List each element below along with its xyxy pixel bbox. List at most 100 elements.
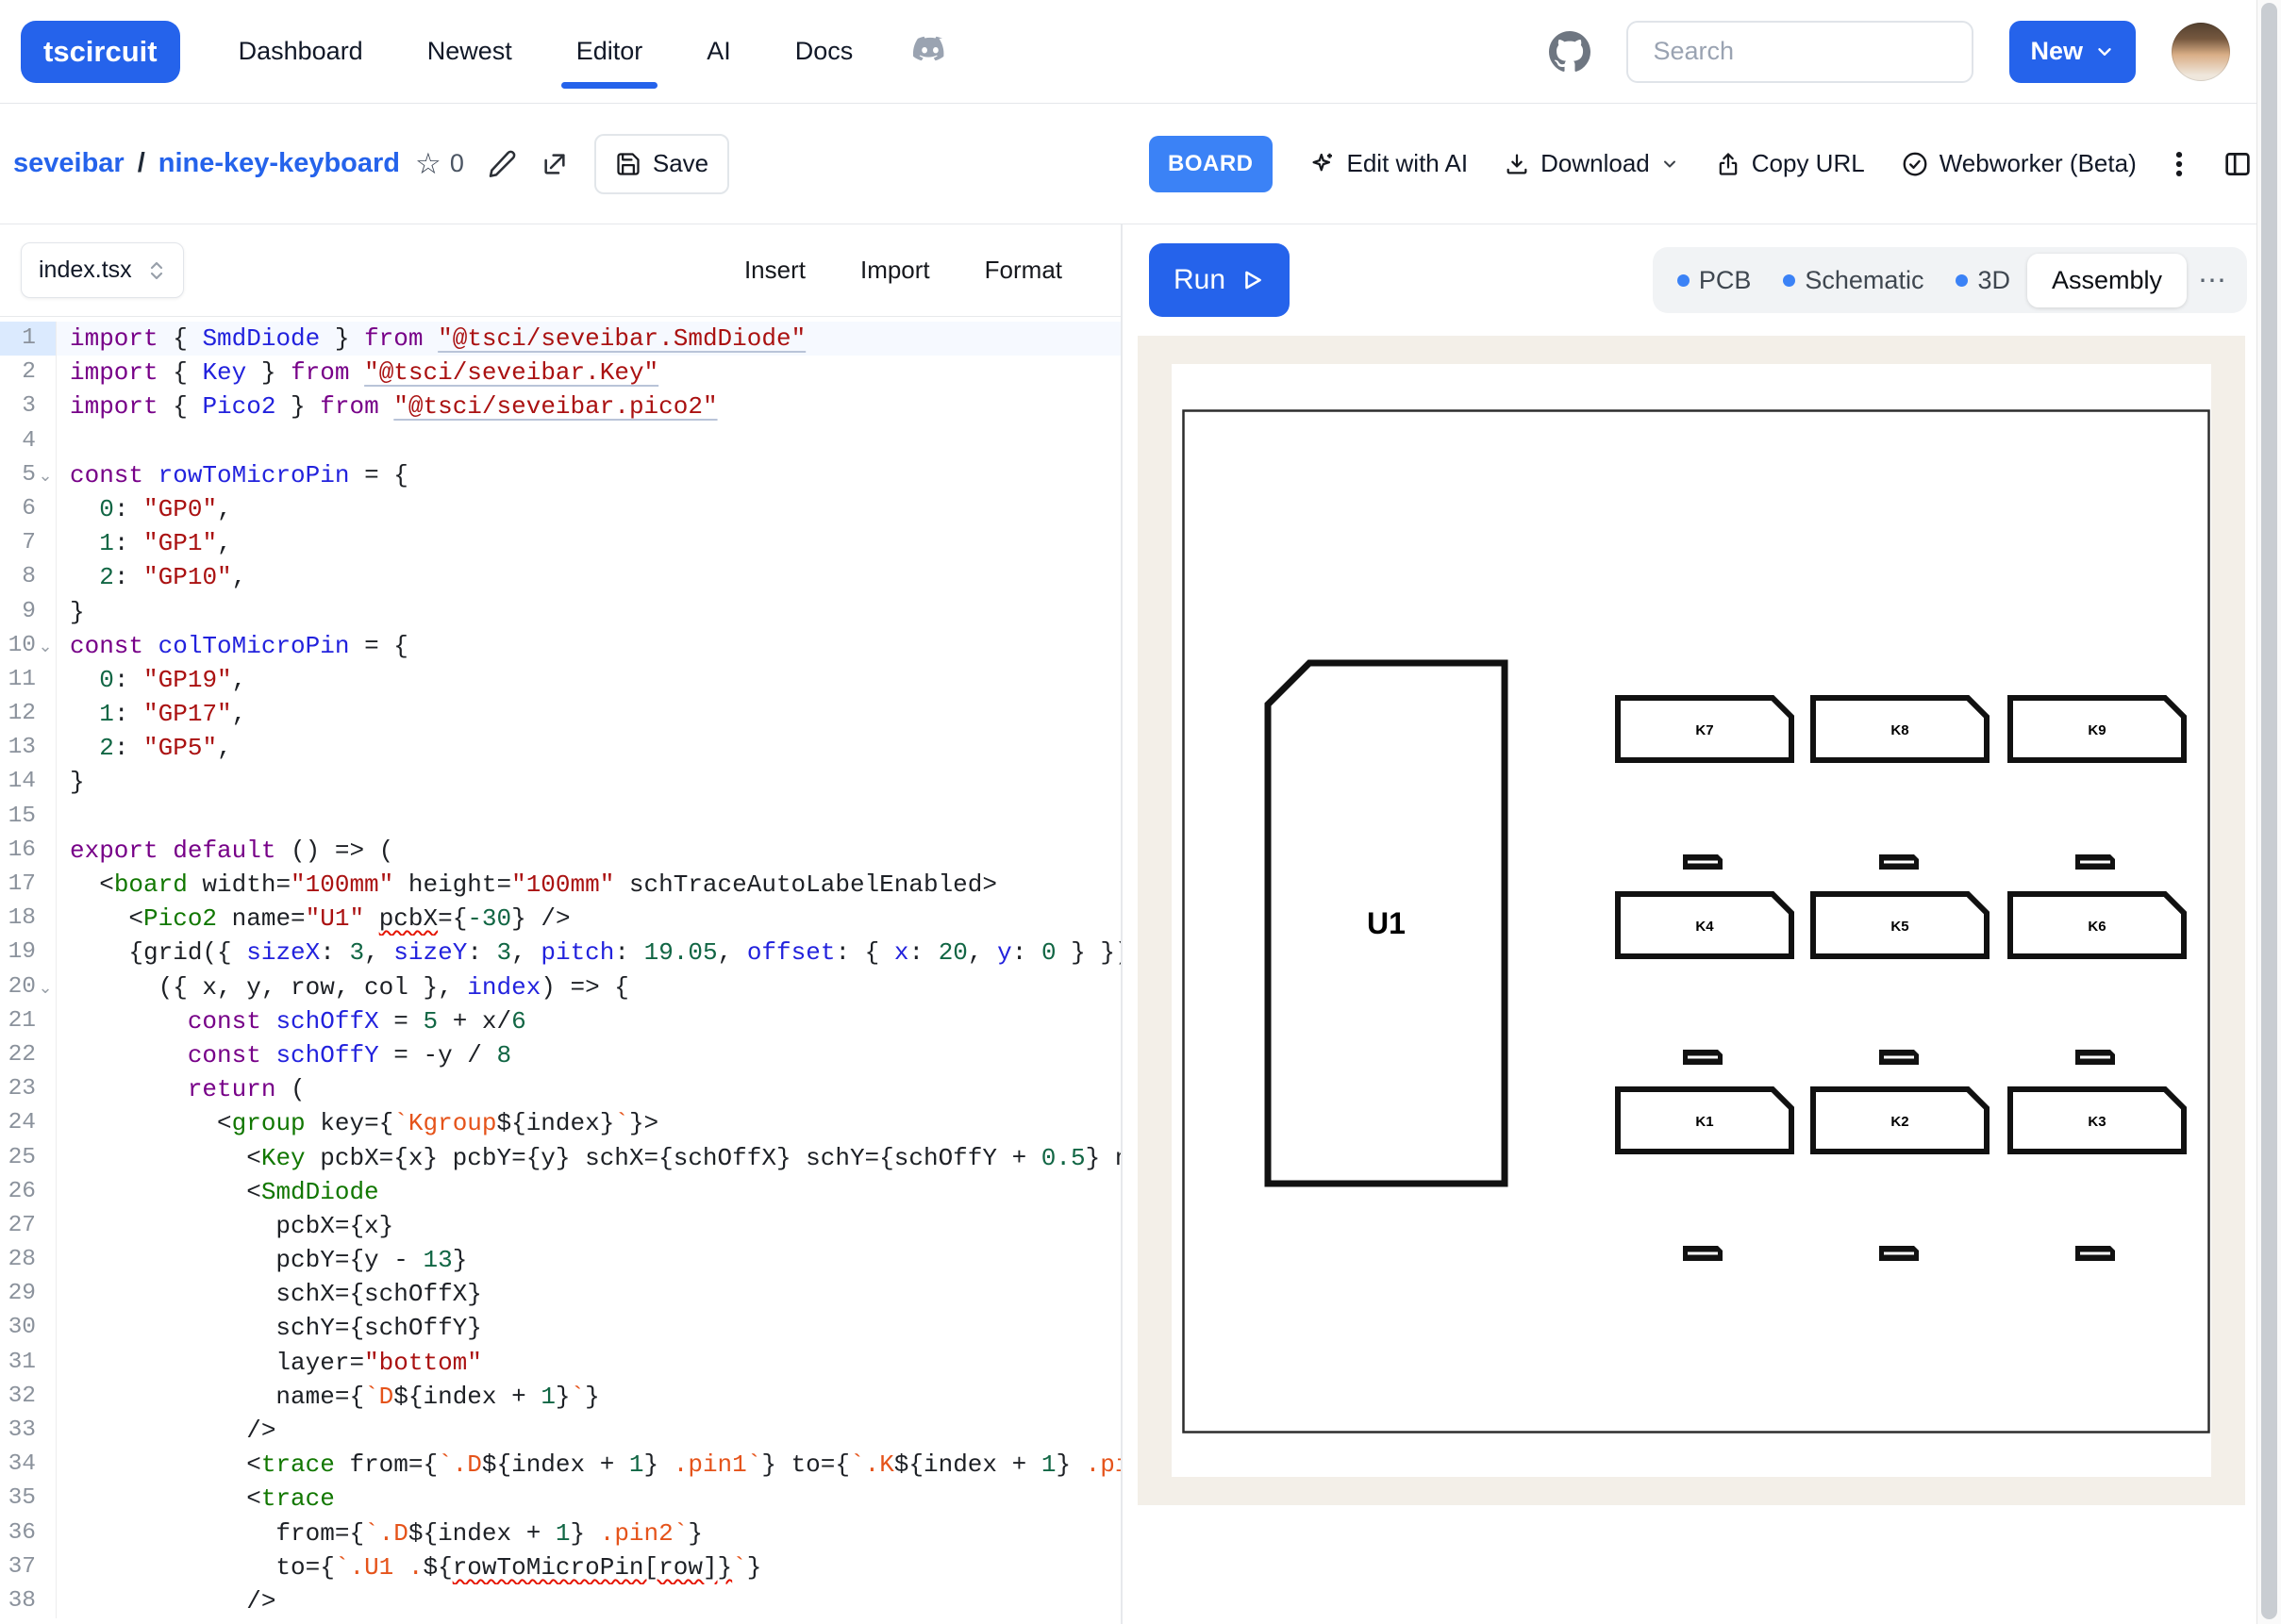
gutter-line-33: 33 xyxy=(0,1414,57,1448)
code-line-27[interactable]: 27 pcbX={x} xyxy=(0,1209,1121,1243)
nav-link-dashboard[interactable]: Dashboard xyxy=(207,0,395,104)
fork-button[interactable] xyxy=(540,149,570,179)
file-selector[interactable]: index.tsx xyxy=(21,242,184,298)
copy-url-button[interactable]: Copy URL xyxy=(1715,149,1865,178)
download-icon xyxy=(1504,151,1530,177)
gutter-line-11: 11 xyxy=(0,663,57,697)
editor-action-import[interactable]: Import xyxy=(860,256,930,285)
code-line-34[interactable]: 34 <trace from={`.D${index + 1} .pin1`} … xyxy=(0,1448,1121,1482)
code-line-8[interactable]: 8 2: "GP10", xyxy=(0,560,1121,594)
code-line-7[interactable]: 7 1: "GP1", xyxy=(0,526,1121,560)
code-line-21[interactable]: 21 const schOffX = 5 + x/6 xyxy=(0,1004,1121,1038)
code-area[interactable]: 1import { SmdDiode } from "@tsci/seveiba… xyxy=(0,317,1121,1624)
run-button[interactable]: Run xyxy=(1149,243,1290,317)
tabs-overflow-button[interactable]: ⋯ xyxy=(2189,264,2238,297)
code-line-35[interactable]: 35 <trace xyxy=(0,1482,1121,1516)
download-label: Download xyxy=(1540,149,1650,178)
code-line-36[interactable]: 36 from={`.D${index + 1} .pin2`} xyxy=(0,1516,1121,1550)
code-line-30[interactable]: 30 schY={schOffY} xyxy=(0,1311,1121,1345)
code-line-6[interactable]: 6 0: "GP0", xyxy=(0,492,1121,526)
code-line-10[interactable]: 10⌄const colToMicroPin = { xyxy=(0,629,1121,663)
breadcrumb-project[interactable]: nine-key-keyboard xyxy=(158,148,400,179)
discord-icon[interactable] xyxy=(909,36,951,68)
page-scrollbar[interactable] xyxy=(2256,0,2281,1624)
code-line-33[interactable]: 33 /> xyxy=(0,1414,1121,1448)
editor-action-insert[interactable]: Insert xyxy=(744,256,806,285)
tab-dot-icon xyxy=(1677,274,1690,287)
github-icon[interactable] xyxy=(1549,31,1590,73)
gutter-line-8: 8 xyxy=(0,560,57,594)
star-button[interactable]: ☆ 0 xyxy=(415,149,464,178)
code-line-25[interactable]: 25 <Key pcbX={x} pcbY={y} schX={schOffX}… xyxy=(0,1141,1121,1175)
project-toolbar: seveibar / nine-key-keyboard ☆ 0 Save BO… xyxy=(0,104,2281,224)
nav-link-newest[interactable]: Newest xyxy=(395,0,544,104)
breadcrumb-separator: / xyxy=(138,148,145,179)
fold-toggle-icon[interactable]: ⌄ xyxy=(36,629,55,663)
editor-header: index.tsx Insert Import Format xyxy=(0,224,1121,317)
save-button[interactable]: Save xyxy=(594,134,729,194)
avatar[interactable] xyxy=(2172,23,2230,81)
code-line-15[interactable]: 15 xyxy=(0,800,1121,834)
editor-action-format[interactable]: Format xyxy=(985,256,1062,285)
edit-with-ai-label: Edit with AI xyxy=(1347,149,1469,178)
code-line-13[interactable]: 13 2: "GP5", xyxy=(0,731,1121,765)
rename-button[interactable] xyxy=(487,149,517,179)
code-line-9[interactable]: 9} xyxy=(0,595,1121,629)
code-line-38[interactable]: 38 /> xyxy=(0,1584,1121,1618)
more-options-button[interactable] xyxy=(2173,148,2186,180)
assembly-canvas[interactable]: U1K7K8K9K4K5K6K1K2K3 xyxy=(1172,364,2211,1477)
code-line-11[interactable]: 11 0: "GP19", xyxy=(0,663,1121,697)
tab-assembly[interactable]: Assembly xyxy=(2027,254,2187,307)
webworker-toggle[interactable]: Webworker (Beta) xyxy=(1901,149,2137,178)
edit-with-ai-button[interactable]: Edit with AI xyxy=(1308,149,1469,178)
code-line-3[interactable]: 3import { Pico2 } from "@tsci/seveibar.p… xyxy=(0,389,1121,423)
diode-band xyxy=(2080,861,2110,864)
gutter-line-4: 4 xyxy=(0,424,57,458)
save-button-label: Save xyxy=(653,149,708,178)
tab-pcb[interactable]: PCB xyxy=(1662,266,1767,295)
download-button[interactable]: Download xyxy=(1504,149,1679,178)
tab-schematic[interactable]: Schematic xyxy=(1768,266,1939,295)
code-line-19[interactable]: 19 {grid({ sizeX: 3, sizeY: 3, pitch: 19… xyxy=(0,936,1121,969)
code-line-17[interactable]: 17 <board width="100mm" height="100mm" s… xyxy=(0,868,1121,902)
code-line-2[interactable]: 2import { Key } from "@tsci/seveibar.Key… xyxy=(0,356,1121,389)
code-line-26[interactable]: 26 <SmdDiode xyxy=(0,1175,1121,1209)
scrollbar-thumb[interactable] xyxy=(2261,3,2277,1619)
check-circle-icon xyxy=(1901,150,1929,178)
code-line-5[interactable]: 5⌄const rowToMicroPin = { xyxy=(0,458,1121,492)
board-badge[interactable]: BOARD xyxy=(1149,136,1273,192)
fold-toggle-icon[interactable]: ⌄ xyxy=(36,970,55,1004)
tab-3d[interactable]: 3D xyxy=(1940,266,2025,295)
code-line-18[interactable]: 18 <Pico2 name="U1" pcbX={-30} /> xyxy=(0,902,1121,936)
nav-link-docs[interactable]: Docs xyxy=(763,0,886,104)
code-line-14[interactable]: 14} xyxy=(0,765,1121,799)
breadcrumb: seveibar / nine-key-keyboard xyxy=(13,148,400,179)
diode-band xyxy=(2080,1056,2110,1059)
code-line-24[interactable]: 24 <group key={`Kgroup${index}`}> xyxy=(0,1106,1121,1140)
code-line-23[interactable]: 23 return ( xyxy=(0,1072,1121,1106)
new-button[interactable]: New xyxy=(2009,21,2136,83)
code-line-29[interactable]: 29 schX={schOffX} xyxy=(0,1277,1121,1311)
code-line-37[interactable]: 37 to={`.U1 .${rowToMicroPin[row]}`} xyxy=(0,1550,1121,1584)
code-line-22[interactable]: 22 const schOffY = -y / 8 xyxy=(0,1038,1121,1072)
code-line-32[interactable]: 32 name={`D${index + 1}`} xyxy=(0,1380,1121,1414)
nav-link-ai[interactable]: AI xyxy=(674,0,763,104)
assembly-key-label: K2 xyxy=(1890,1114,1908,1130)
code-line-1[interactable]: 1import { SmdDiode } from "@tsci/seveiba… xyxy=(0,322,1121,356)
toggle-panel-button[interactable] xyxy=(2222,148,2254,180)
code-line-31[interactable]: 31 layer="bottom" xyxy=(0,1346,1121,1380)
code-line-20[interactable]: 20⌄ ({ x, y, row, col }, index) => { xyxy=(0,970,1121,1004)
fold-toggle-icon[interactable]: ⌄ xyxy=(36,458,55,492)
breadcrumb-owner[interactable]: seveibar xyxy=(13,148,125,179)
code-line-16[interactable]: 16export default () => ( xyxy=(0,834,1121,868)
diode-band xyxy=(1688,1056,1718,1059)
nav-link-editor[interactable]: Editor xyxy=(544,0,675,104)
code-line-12[interactable]: 12 1: "GP17", xyxy=(0,697,1121,731)
gutter-line-13: 13 xyxy=(0,731,57,765)
view-tabs: PCBSchematic3DAssembly⋯ xyxy=(1653,247,2247,313)
search-input[interactable] xyxy=(1626,21,1973,83)
tscircuit-logo[interactable]: tscircuit xyxy=(21,21,180,83)
code-line-28[interactable]: 28 pcbY={y - 13} xyxy=(0,1243,1121,1277)
chevron-down-icon xyxy=(1660,155,1679,174)
code-line-4[interactable]: 4 xyxy=(0,424,1121,458)
